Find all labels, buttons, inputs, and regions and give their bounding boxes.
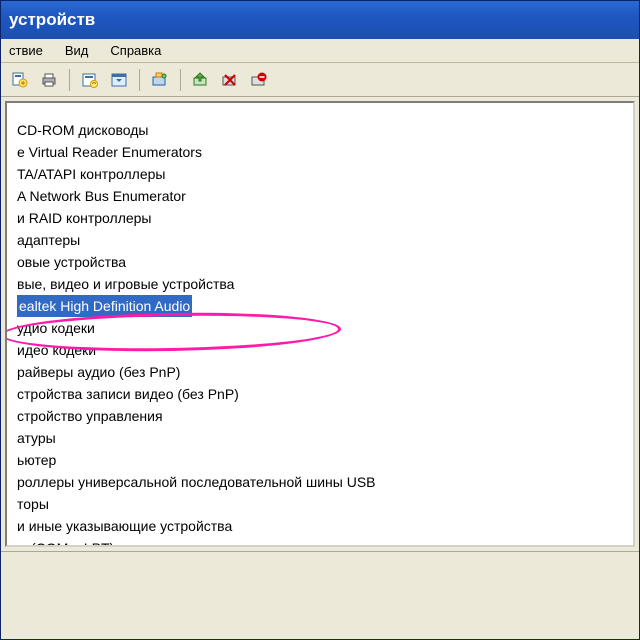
device-tree-item-selected[interactable]: ealtek High Definition Audio bbox=[17, 295, 192, 317]
device-tree[interactable]: CD-ROM дисководыe Virtual Reader Enumera… bbox=[7, 119, 633, 547]
device-tree-panel: CD-ROM дисководыe Virtual Reader Enumera… bbox=[5, 101, 635, 547]
device-tree-item[interactable]: ьютер bbox=[13, 449, 633, 471]
device-tree-item[interactable]: TA/ATAPI контроллеры bbox=[13, 163, 633, 185]
update-driver-icon bbox=[192, 71, 210, 89]
toolbar-disable-button[interactable] bbox=[217, 67, 243, 93]
device-tree-item[interactable]: ы (COM и LPT) bbox=[13, 537, 633, 547]
menu-help[interactable]: Справка bbox=[110, 43, 161, 58]
uninstall-icon bbox=[250, 71, 268, 89]
toolbar-separator bbox=[139, 69, 140, 91]
details-pane-icon bbox=[110, 71, 128, 89]
toolbar bbox=[1, 63, 639, 97]
device-tree-item[interactable]: атуры bbox=[13, 427, 633, 449]
window-title: устройств bbox=[9, 10, 95, 29]
toolbar-update-driver-button[interactable] bbox=[188, 67, 214, 93]
device-tree-item[interactable]: вые, видео и игровые устройства bbox=[13, 273, 633, 295]
device-tree-item[interactable]: ealtek High Definition Audio bbox=[13, 295, 633, 317]
device-tree-item[interactable]: и RAID контроллеры bbox=[13, 207, 633, 229]
footer-area bbox=[1, 551, 639, 639]
device-tree-item[interactable]: райверы аудио (без PnP) bbox=[13, 361, 633, 383]
device-tree-item[interactable]: e Virtual Reader Enumerators bbox=[13, 141, 633, 163]
device-tree-item[interactable]: CD-ROM дисководы bbox=[13, 119, 633, 141]
device-tree-item[interactable]: адаптеры bbox=[13, 229, 633, 251]
menu-action[interactable]: ствие bbox=[9, 43, 43, 58]
device-tree-item[interactable]: торы bbox=[13, 493, 633, 515]
toolbar-details-button[interactable] bbox=[106, 67, 132, 93]
scan-hardware-icon bbox=[151, 71, 169, 89]
properties-icon bbox=[11, 71, 29, 89]
print-icon bbox=[40, 71, 58, 89]
device-tree-item[interactable]: стройства записи видео (без PnP) bbox=[13, 383, 633, 405]
menu-view[interactable]: Вид bbox=[65, 43, 89, 58]
device-tree-item[interactable]: A Network Bus Enumerator bbox=[13, 185, 633, 207]
device-tree-item[interactable]: стройство управления bbox=[13, 405, 633, 427]
device-tree-item[interactable]: удио кодеки bbox=[13, 317, 633, 339]
toolbar-separator bbox=[69, 69, 70, 91]
menubar: ствие Вид Справка bbox=[1, 39, 639, 63]
toolbar-refresh-button[interactable] bbox=[77, 67, 103, 93]
device-tree-item[interactable]: идео кодеки bbox=[13, 339, 633, 361]
device-tree-item[interactable]: и иные указывающие устройства bbox=[13, 515, 633, 537]
toolbar-uninstall-button[interactable] bbox=[246, 67, 272, 93]
refresh-icon bbox=[81, 71, 99, 89]
toolbar-scan-button[interactable] bbox=[147, 67, 173, 93]
toolbar-separator bbox=[180, 69, 181, 91]
device-manager-window: устройств ствие Вид Справка bbox=[0, 0, 640, 640]
titlebar[interactable]: устройств bbox=[1, 1, 639, 39]
device-tree-item[interactable]: роллеры универсальной последовательной ш… bbox=[13, 471, 633, 493]
device-tree-item[interactable]: овые устройства bbox=[13, 251, 633, 273]
toolbar-properties-button[interactable] bbox=[7, 67, 33, 93]
disable-icon bbox=[221, 71, 239, 89]
toolbar-print-button[interactable] bbox=[36, 67, 62, 93]
